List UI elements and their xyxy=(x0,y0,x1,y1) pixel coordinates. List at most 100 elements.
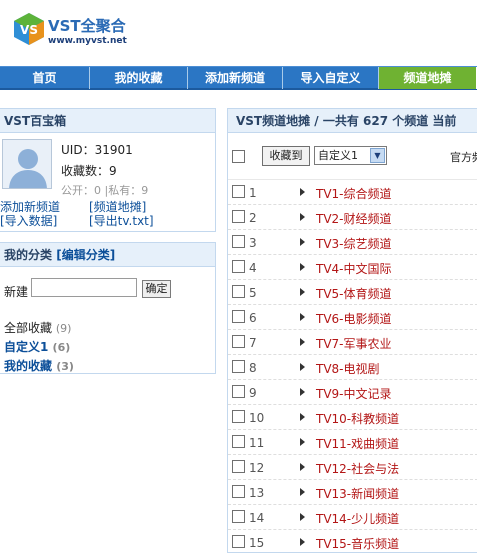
channel-checkbox[interactable] xyxy=(232,210,245,223)
channel-checkbox[interactable] xyxy=(232,435,245,448)
channel-row: 5 TV5-体育频道 xyxy=(228,280,477,305)
channel-checkbox[interactable] xyxy=(232,260,245,273)
channel-name-link[interactable]: TV12-社会与法 xyxy=(316,460,399,477)
category-item[interactable]: 自定义1 (6) xyxy=(4,338,74,357)
channel-checkbox[interactable] xyxy=(232,485,245,498)
nav-add-channel[interactable]: 添加新频道 xyxy=(188,67,283,89)
category-item[interactable]: 我的收藏 (3) xyxy=(4,357,74,376)
edit-categories-link[interactable]: [编辑分类] xyxy=(56,248,115,262)
select-all-checkbox[interactable] xyxy=(232,150,245,163)
channel-name-link[interactable]: TV13-新闻频道 xyxy=(316,485,399,502)
categories-panel: 我的分类 [编辑分类] 新建 确定 全部收藏 (9) 自定义1 (6) 我的收藏… xyxy=(0,242,216,374)
channel-name-link[interactable]: TV3-综艺频道 xyxy=(316,235,392,252)
public-private-count: 公开：0 |私有：9 xyxy=(61,184,149,197)
play-arrow-icon xyxy=(300,538,305,546)
channel-name-link[interactable]: TV2-财经频道 xyxy=(316,210,392,227)
channel-checkbox[interactable] xyxy=(232,235,245,248)
play-arrow-icon xyxy=(300,463,305,471)
channel-name-link[interactable]: TV7-军事农业 xyxy=(316,335,392,352)
channel-row: 10 TV10-科教频道 xyxy=(228,405,477,430)
play-arrow-icon xyxy=(300,338,305,346)
play-arrow-icon xyxy=(300,288,305,296)
channel-list: 1 TV1-综合频道 2 TV2-财经频道 3 TV3-综艺频道 4 TV4-中文国际 … xyxy=(228,180,477,552)
channel-number: 14 xyxy=(249,511,265,525)
channel-checkbox[interactable] xyxy=(232,185,245,198)
category-count: (6) xyxy=(52,341,71,354)
channel-row: 2 TV2-财经频道 xyxy=(228,205,477,230)
select-value: 自定义1 xyxy=(318,149,358,162)
export-tv-txt-link[interactable]: [导出tv.txt] xyxy=(89,212,154,229)
channel-checkbox[interactable] xyxy=(232,385,245,398)
new-category-input[interactable] xyxy=(31,278,137,297)
play-arrow-icon xyxy=(300,313,305,321)
channel-name-link[interactable]: TV10-科教频道 xyxy=(316,410,399,427)
channel-number: 9 xyxy=(249,386,257,400)
categories-title: 我的分类 xyxy=(4,248,53,262)
import-data-link[interactable]: [导入数据] xyxy=(0,212,57,229)
channel-checkbox[interactable] xyxy=(232,510,245,523)
nav-home[interactable]: 首页 xyxy=(0,67,90,89)
chevron-down-icon: ▼ xyxy=(370,148,385,163)
channel-name-link[interactable]: TV11-戏曲频道 xyxy=(316,435,399,452)
play-arrow-icon xyxy=(300,488,305,496)
channel-number: 15 xyxy=(249,536,265,550)
channel-name-link[interactable]: TV9-中文记录 xyxy=(316,385,392,402)
channel-number: 13 xyxy=(249,486,265,500)
vst-logo-icon[interactable]: VS xyxy=(12,12,46,46)
profile-panel: VST百宝箱 UID：31901 收藏数：9 公开：0 |私有：9 添加新频道 … xyxy=(0,108,216,232)
channel-checkbox[interactable] xyxy=(232,310,245,323)
channel-name-link[interactable]: TV15-音乐频道 xyxy=(316,535,399,552)
category-count: (3) xyxy=(56,360,74,373)
channel-name-link[interactable]: TV5-体育频道 xyxy=(316,285,392,302)
play-arrow-icon xyxy=(300,213,305,221)
channel-row: 6 TV6-电影频道 xyxy=(228,305,477,330)
channel-number: 2 xyxy=(249,211,257,225)
channel-number: 8 xyxy=(249,361,257,375)
channel-number: 6 xyxy=(249,311,257,325)
channel-number: 7 xyxy=(249,336,257,350)
nav-import-custom[interactable]: 导入自定义 xyxy=(283,67,379,89)
main-nav: 首页 我的收藏 添加新频道 导入自定义 频道地摊 xyxy=(0,66,477,90)
channel-row: 9 TV9-中文记录 xyxy=(228,380,477,405)
channel-row: 12 TV12-社会与法 xyxy=(228,455,477,480)
channel-name-link[interactable]: TV6-电影频道 xyxy=(316,310,392,327)
play-arrow-icon xyxy=(300,388,305,396)
site-url: www.myvst.net xyxy=(48,36,127,46)
nav-my-favorites[interactable]: 我的收藏 xyxy=(90,67,188,89)
channel-checkbox[interactable] xyxy=(232,535,245,548)
channel-name-link[interactable]: TV14-少儿频道 xyxy=(316,510,399,527)
channel-row: 13 TV13-新闻频道 xyxy=(228,480,477,505)
channel-name-link[interactable]: TV4-中文国际 xyxy=(316,260,392,277)
channel-number: 11 xyxy=(249,436,265,450)
play-arrow-icon xyxy=(300,188,305,196)
channel-number: 12 xyxy=(249,461,265,475)
channel-row: 3 TV3-综艺频道 xyxy=(228,230,477,255)
channel-number: 1 xyxy=(249,186,257,200)
channel-row: 15 TV15-音乐频道 xyxy=(228,530,477,552)
channel-checkbox[interactable] xyxy=(232,285,245,298)
channel-checkbox[interactable] xyxy=(232,335,245,348)
nav-channel-market[interactable]: 频道地摊 xyxy=(379,67,477,89)
channel-name-link[interactable]: TV1-综合频道 xyxy=(316,185,392,202)
profile-panel-title: VST百宝箱 xyxy=(0,109,215,133)
category-item[interactable]: 全部收藏 (9) xyxy=(4,319,74,338)
target-category-select[interactable]: 自定义1 ▼ xyxy=(314,146,387,165)
channel-checkbox[interactable] xyxy=(232,460,245,473)
channel-number: 5 xyxy=(249,286,257,300)
category-name: 我的收藏 xyxy=(4,359,53,373)
play-arrow-icon xyxy=(300,513,305,521)
site-header: VS VST全聚合 www.myvst.net xyxy=(0,0,477,66)
user-uid: UID：31901 xyxy=(61,143,133,157)
channel-name-link[interactable]: TV8-电视剧 xyxy=(316,360,380,377)
collect-to-button[interactable]: 收藏到 xyxy=(262,146,310,166)
confirm-button[interactable]: 确定 xyxy=(142,280,171,298)
channel-market-panel: VST频道地摊 / 一共有 627 个频道 当前 收藏到 自定义1 ▼ 官方频 … xyxy=(227,108,477,553)
favorites-count: 收藏数：9 xyxy=(61,164,117,178)
channel-number: 10 xyxy=(249,411,265,425)
play-arrow-icon xyxy=(300,413,305,421)
channel-number: 4 xyxy=(249,261,257,275)
channel-row: 4 TV4-中文国际 xyxy=(228,255,477,280)
channel-checkbox[interactable] xyxy=(232,360,245,373)
channel-row: 11 TV11-戏曲频道 xyxy=(228,430,477,455)
channel-checkbox[interactable] xyxy=(232,410,245,423)
